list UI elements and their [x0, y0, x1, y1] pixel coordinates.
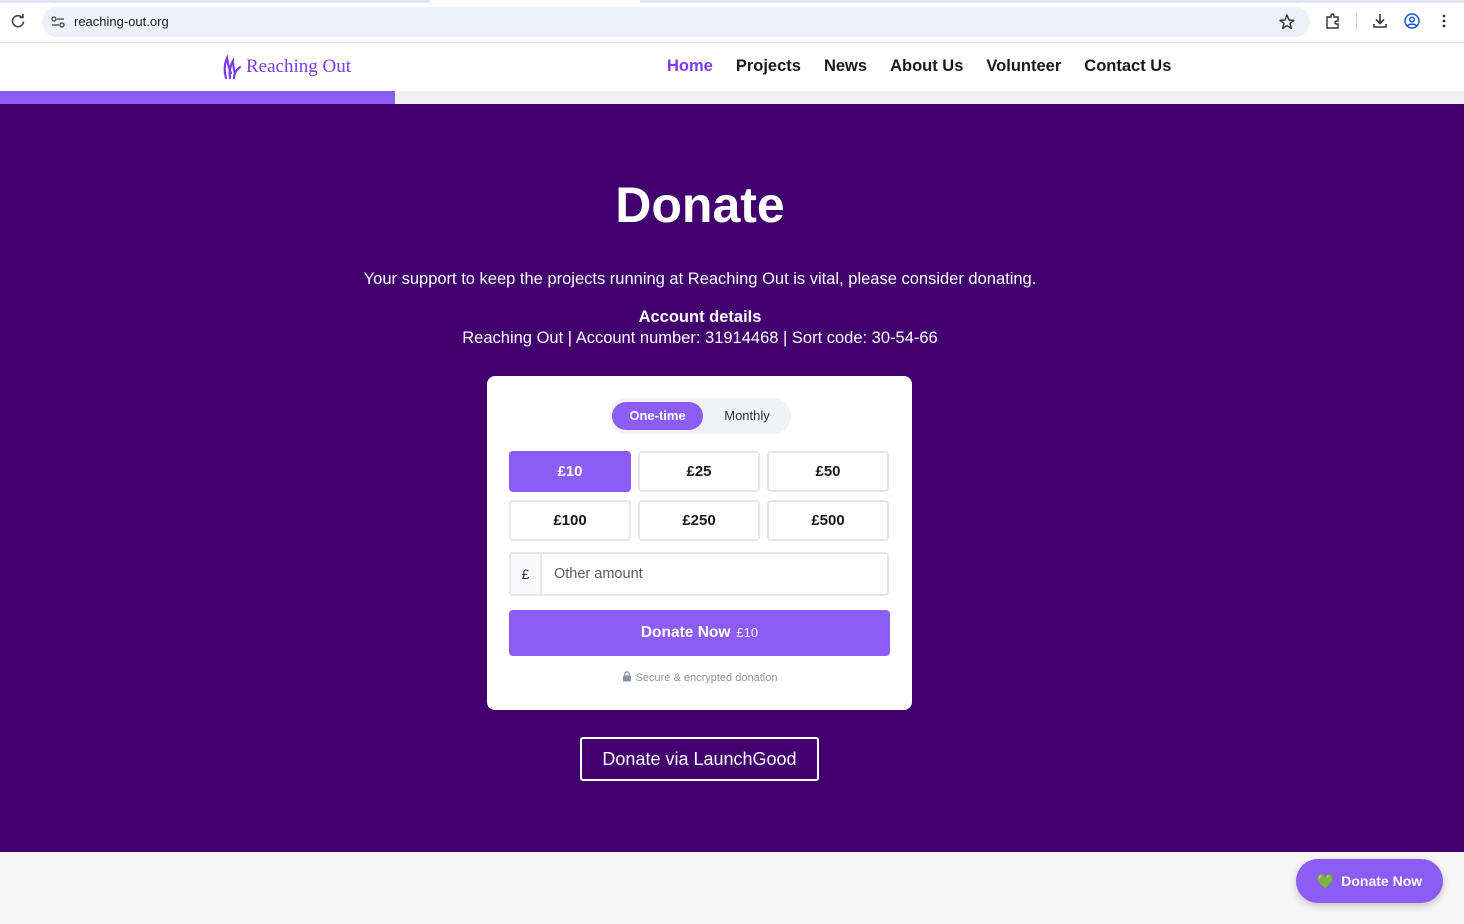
- site-header: Reaching Out Home Projects News About Us…: [0, 43, 1464, 91]
- amount-option[interactable]: £100: [509, 500, 631, 541]
- site-logo[interactable]: Reaching Out: [223, 52, 351, 82]
- main-nav: Home Projects News About Us Volunteer Co…: [667, 57, 1194, 76]
- floating-donate-label: Donate Now: [1341, 873, 1423, 889]
- currency-symbol: £: [511, 554, 542, 594]
- reload-icon[interactable]: [9, 12, 27, 30]
- nav-news[interactable]: News: [824, 57, 867, 76]
- nav-projects[interactable]: Projects: [736, 57, 801, 76]
- download-icon[interactable]: [1371, 12, 1389, 30]
- amount-option[interactable]: £500: [767, 500, 889, 541]
- profile-icon[interactable]: [1403, 12, 1421, 30]
- donate-via-launchgood-button[interactable]: Donate via LaunchGood: [580, 737, 819, 781]
- amount-option[interactable]: £50: [767, 451, 889, 492]
- nav-home[interactable]: Home: [667, 57, 713, 76]
- browser-menu-icon[interactable]: [1435, 12, 1453, 30]
- donate-now-amount: £10: [736, 625, 759, 640]
- green-heart-icon: 💚: [1316, 872, 1335, 889]
- page-title: Donate: [615, 177, 785, 233]
- nav-about-us[interactable]: About Us: [890, 57, 963, 76]
- scroll-progress-bar: [0, 91, 1464, 104]
- amount-option[interactable]: £10: [509, 451, 631, 492]
- frequency-one-time[interactable]: One-time: [612, 402, 703, 430]
- other-amount-field: £: [509, 552, 889, 596]
- donation-card: One-time Monthly £10 £25 £50 £100 £250 £…: [487, 376, 912, 710]
- account-details-line: Reaching Out | Account number: 31914468 …: [462, 329, 938, 347]
- next-section: [0, 852, 1464, 924]
- donate-now-label: Donate Now: [640, 624, 731, 641]
- logo-text: Reaching Out: [246, 56, 352, 77]
- bookmark-star-icon[interactable]: [1278, 13, 1296, 31]
- lock-icon: [622, 671, 631, 682]
- floating-donate-button[interactable]: 💚 Donate Now: [1296, 859, 1443, 903]
- extensions-icon[interactable]: [1324, 12, 1342, 30]
- tab-strip: [0, 0, 1464, 3]
- secure-note: Secure & encrypted donation: [487, 671, 912, 684]
- site-info-icon[interactable]: [50, 14, 66, 30]
- secure-note-text: Secure & encrypted donation: [635, 672, 778, 684]
- frequency-toggle: One-time Monthly: [609, 398, 791, 434]
- nav-contact-us[interactable]: Contact Us: [1084, 57, 1171, 76]
- url-text[interactable]: reaching-out.org: [74, 14, 169, 29]
- account-details-heading: Account details: [638, 308, 762, 326]
- address-bar[interactable]: reaching-out.org: [42, 7, 1310, 37]
- donate-now-button[interactable]: Donate Now £10: [509, 610, 890, 656]
- toolbar-divider: [1356, 13, 1357, 30]
- donate-hero: Donate Your support to keep the projects…: [0, 104, 1464, 852]
- logo-hands-icon: [223, 54, 242, 80]
- frequency-monthly[interactable]: Monthly: [705, 402, 789, 430]
- scroll-progress-fill: [0, 91, 396, 104]
- other-amount-input[interactable]: [544, 554, 887, 594]
- amount-option[interactable]: £250: [638, 500, 760, 541]
- amount-option[interactable]: £25: [638, 451, 760, 492]
- browser-toolbar: reaching-out.org: [0, 0, 1464, 43]
- nav-volunteer[interactable]: Volunteer: [986, 57, 1061, 76]
- hero-subtitle: Your support to keep the projects runnin…: [363, 270, 1037, 288]
